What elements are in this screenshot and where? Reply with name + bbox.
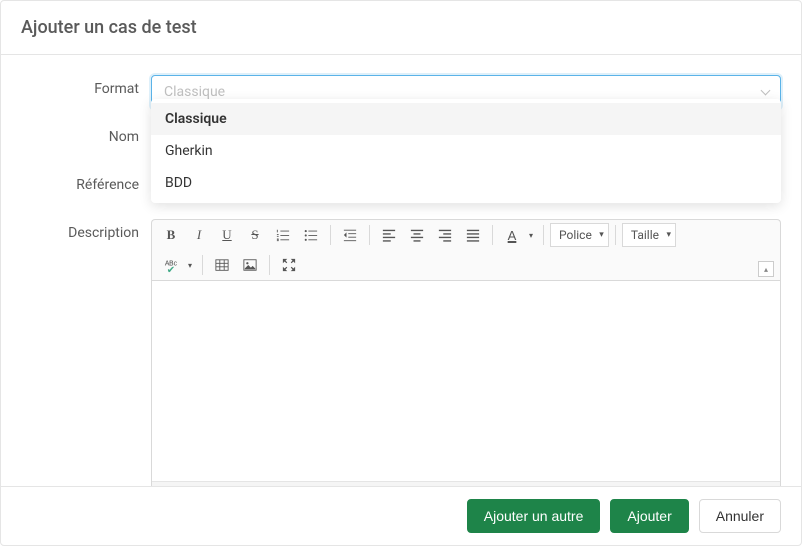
format-option-classique[interactable]: Classique	[151, 103, 781, 135]
add-button[interactable]: Ajouter	[610, 499, 688, 533]
text-color-caret[interactable]: ▾	[525, 222, 537, 248]
unordered-list-button[interactable]	[298, 222, 324, 248]
modal-body: Format Classique Nom Référence Desc	[1, 55, 801, 486]
cancel-button[interactable]: Annuler	[699, 499, 781, 533]
font-select[interactable]: Police	[550, 223, 609, 247]
spellcheck-button[interactable]: ᴬᴮᶜ✔	[158, 252, 184, 278]
chevron-down-icon	[760, 87, 770, 97]
modal-footer: Ajouter un autre Ajouter Annuler	[1, 486, 801, 545]
add-another-button[interactable]: Ajouter un autre	[467, 499, 601, 533]
collapse-toolbar-button[interactable]: ▴	[758, 261, 774, 277]
fullscreen-button[interactable]	[276, 252, 302, 278]
ordered-list-button[interactable]	[270, 222, 296, 248]
add-test-case-modal: Ajouter un cas de test Format Classique …	[0, 0, 802, 546]
form-row-description: Description B I U S	[21, 219, 781, 486]
bold-button[interactable]: B	[158, 222, 184, 248]
text-color-button[interactable]: A	[499, 222, 525, 248]
label-description: Description	[21, 219, 151, 241]
editor-toolbar: B I U S A ▾	[151, 219, 781, 280]
underline-button[interactable]: U	[214, 222, 240, 248]
align-right-button[interactable]	[432, 222, 458, 248]
format-select-value: Classique	[164, 84, 225, 100]
align-left-button[interactable]	[376, 222, 402, 248]
description-editor[interactable]	[151, 280, 781, 486]
label-reference: Référence	[21, 171, 151, 193]
label-format: Format	[21, 75, 151, 97]
label-nom: Nom	[21, 123, 151, 145]
format-dropdown: Classique Gherkin BDD	[151, 99, 781, 203]
modal-header: Ajouter un cas de test	[1, 1, 801, 55]
align-center-button[interactable]	[404, 222, 430, 248]
format-option-gherkin[interactable]: Gherkin	[151, 135, 781, 167]
modal-title: Ajouter un cas de test	[21, 17, 781, 38]
table-button[interactable]	[209, 252, 235, 278]
image-button[interactable]	[237, 252, 263, 278]
strike-button[interactable]: S	[242, 222, 268, 248]
italic-button[interactable]: I	[186, 222, 212, 248]
size-select[interactable]: Taille	[622, 223, 676, 247]
outdent-button[interactable]	[337, 222, 363, 248]
spellcheck-caret[interactable]: ▾	[184, 252, 196, 278]
format-option-bdd[interactable]: BDD	[151, 167, 781, 199]
align-justify-button[interactable]	[460, 222, 486, 248]
editor-statusbar	[152, 481, 780, 486]
